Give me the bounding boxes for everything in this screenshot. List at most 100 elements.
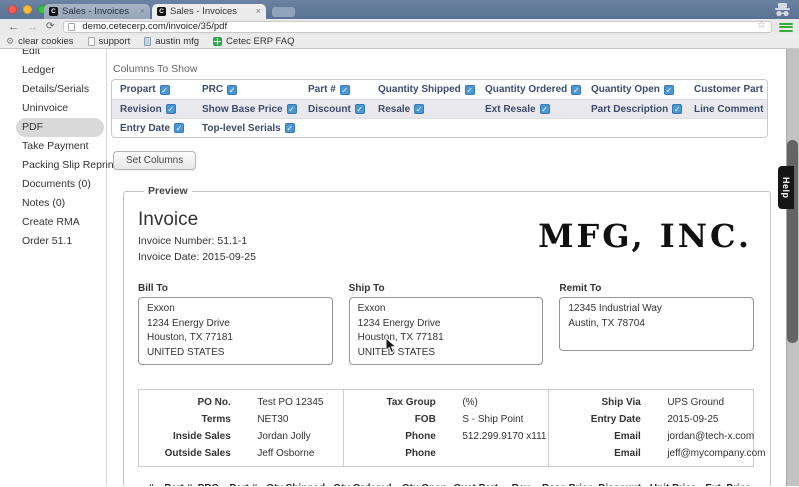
forward-icon[interactable]: → bbox=[23, 20, 42, 34]
info-value: (%) bbox=[436, 394, 548, 411]
checkbox-checked-icon[interactable] bbox=[285, 123, 295, 133]
info-label: Email bbox=[549, 428, 641, 445]
main-content: Columns To Show Propart PRC Part # Quant… bbox=[108, 49, 799, 486]
column-label: Top-level Serials bbox=[202, 123, 281, 134]
sidebar-item-uninvoice[interactable]: Uninvoice bbox=[0, 99, 106, 118]
items-header-cell: PRC bbox=[193, 483, 224, 486]
checkbox-checked-icon[interactable] bbox=[166, 104, 176, 114]
checkbox-checked-icon[interactable] bbox=[465, 85, 475, 95]
bookmark-star-icon[interactable]: ☆ bbox=[757, 21, 766, 31]
info-group: Tax Group(%) FOBS - Ship Point Phone512.… bbox=[343, 390, 548, 466]
reload-icon[interactable]: ⟳ bbox=[42, 20, 58, 34]
sidebar-item-order[interactable]: Order 51.1 bbox=[0, 232, 106, 251]
bill-to-block: Bill To Exxon 1234 Energy Drive Houston,… bbox=[138, 283, 333, 365]
checkbox-checked-icon[interactable] bbox=[355, 104, 365, 114]
ship-to-block: Ship To Exxon 1234 Energy Drive Houston,… bbox=[349, 283, 544, 365]
info-group: PO No.Test PO 12345 TermsNET30 Inside Sa… bbox=[139, 390, 343, 466]
items-header-cell: Qty Ordered bbox=[328, 483, 396, 486]
checkbox-checked-icon[interactable] bbox=[672, 104, 682, 114]
column-label: Show Base Price bbox=[202, 104, 283, 115]
sidebar-item-notes[interactable]: Notes (0) bbox=[0, 194, 106, 213]
scrollbar-track[interactable] bbox=[786, 49, 799, 486]
bookmark-item-austin-mfg[interactable]: austin mfg bbox=[144, 36, 199, 47]
info-label: Outside Sales bbox=[139, 445, 231, 462]
column-label: Resale bbox=[378, 104, 410, 115]
minimize-window-button[interactable] bbox=[23, 5, 32, 14]
set-columns-button[interactable]: Set Columns bbox=[113, 151, 196, 170]
mouse-cursor bbox=[385, 337, 397, 354]
new-tab-button[interactable] bbox=[272, 7, 295, 17]
tab-favicon: C bbox=[49, 7, 58, 16]
checkbox-checked-icon[interactable] bbox=[287, 104, 297, 114]
info-value: Jeff Osborne bbox=[231, 445, 343, 462]
info-label: Entry Date bbox=[549, 411, 641, 428]
address-row: Bill To Exxon 1234 Energy Drive Houston,… bbox=[138, 283, 754, 365]
items-header-cell: Unit Price bbox=[646, 483, 700, 486]
browser-tab-inactive[interactable]: C Sales - Invoices × bbox=[44, 4, 150, 19]
remit-to-label: Remit To bbox=[559, 283, 754, 294]
bookmark-item-support[interactable]: support bbox=[88, 36, 131, 47]
remit-to-block: Remit To 12345 Industrial Way Austin, TX… bbox=[559, 283, 754, 365]
browser-window: C Sales - Invoices × C Sales - Invoices … bbox=[0, 0, 799, 487]
checkbox-checked-icon[interactable] bbox=[571, 85, 581, 95]
bookmark-item-clear-cookies[interactable]: ⚙ clear cookies bbox=[6, 36, 74, 47]
back-icon[interactable]: ← bbox=[4, 20, 23, 34]
sidebar-item-ledger[interactable]: Ledger bbox=[0, 61, 106, 80]
sidebar-item-packing-slip-reprint[interactable]: Packing Slip Reprint bbox=[0, 156, 106, 175]
checkbox-checked-icon[interactable] bbox=[767, 104, 768, 114]
items-header-cell: Cust Part bbox=[452, 483, 499, 486]
checkbox-checked-icon[interactable] bbox=[767, 85, 768, 95]
sidebar-item-create-rma[interactable]: Create RMA bbox=[0, 213, 106, 232]
tab-close-icon[interactable]: × bbox=[140, 7, 145, 16]
ship-to-box: Exxon 1234 Energy Drive Houston, TX 7718… bbox=[349, 297, 544, 365]
info-label: Phone bbox=[344, 428, 436, 445]
close-window-button[interactable] bbox=[8, 5, 17, 14]
sidebar-item-take-payment[interactable]: Take Payment bbox=[0, 137, 106, 156]
checkbox-checked-icon[interactable] bbox=[227, 85, 237, 95]
address-line: Exxon bbox=[358, 302, 535, 317]
items-header-cell: Base Price bbox=[542, 483, 593, 486]
items-header-cell: Part # bbox=[164, 483, 193, 486]
sidebar-item-pdf[interactable]: PDF bbox=[16, 118, 104, 137]
address-line: Austin, TX 78704 bbox=[568, 317, 745, 332]
columns-table: Propart PRC Part # Quantity Shipped Quan… bbox=[111, 79, 768, 138]
tab-close-icon[interactable]: × bbox=[256, 7, 261, 16]
sidebar-item-details-serials[interactable]: Details/Serials bbox=[0, 80, 106, 99]
remit-to-box: 12345 Industrial Way Austin, TX 78704 bbox=[559, 297, 754, 351]
column-label: Line Comment bbox=[694, 104, 763, 115]
columns-row: Propart PRC Part # Quantity Shipped Quan… bbox=[112, 80, 767, 99]
info-value: UPS Ground bbox=[641, 394, 753, 411]
bookmark-item-cetec-erp-faq[interactable]: Cetec ERP FAQ bbox=[213, 36, 294, 47]
browser-titlebar: C Sales - Invoices × C Sales - Invoices … bbox=[0, 0, 799, 19]
column-label: Part Description bbox=[591, 104, 668, 115]
bookmarks-bar: ⚙ clear cookies support austin mfg Cetec… bbox=[0, 35, 799, 49]
help-tab[interactable]: Help bbox=[778, 166, 794, 209]
sidebar-item-documents[interactable]: Documents (0) bbox=[0, 175, 106, 194]
columns-to-show-title: Columns To Show bbox=[113, 63, 799, 75]
info-value: 2015-09-25 bbox=[641, 411, 753, 428]
checkbox-checked-icon[interactable] bbox=[160, 85, 170, 95]
info-label: Inside Sales bbox=[139, 428, 231, 445]
checkbox-checked-icon[interactable] bbox=[540, 104, 550, 114]
grid-icon bbox=[213, 37, 222, 46]
invoice-number: Invoice Number: 51.1-1 bbox=[138, 235, 256, 247]
tab-favicon: C bbox=[157, 7, 166, 16]
page-content: Edit Ledger Details/Serials Uninvoice PD… bbox=[0, 49, 799, 486]
browser-tab-active[interactable]: C Sales - Invoices × bbox=[152, 4, 266, 19]
page-icon bbox=[68, 23, 75, 31]
browser-menu-icon[interactable] bbox=[779, 21, 793, 33]
items-header-cell: Qty Shipped bbox=[263, 483, 328, 486]
checkbox-checked-icon[interactable] bbox=[664, 85, 674, 95]
address-line: UNITED STATES bbox=[147, 346, 324, 361]
checkbox-checked-icon[interactable] bbox=[174, 123, 184, 133]
preview-legend: Preview bbox=[144, 185, 192, 197]
column-label: Part # bbox=[308, 84, 336, 95]
sidebar-item-edit[interactable]: Edit bbox=[0, 49, 106, 61]
checkbox-checked-icon[interactable] bbox=[414, 104, 424, 114]
invoice-heading: Invoice bbox=[138, 209, 256, 231]
url-text: demo.cetecerp.com/invoice/35/pdf bbox=[82, 21, 227, 32]
url-input[interactable]: demo.cetecerp.com/invoice/35/pdf ☆ bbox=[63, 21, 772, 33]
column-label: PRC bbox=[202, 84, 223, 95]
column-label: Quantity Open bbox=[591, 84, 660, 95]
checkbox-checked-icon[interactable] bbox=[340, 85, 350, 95]
